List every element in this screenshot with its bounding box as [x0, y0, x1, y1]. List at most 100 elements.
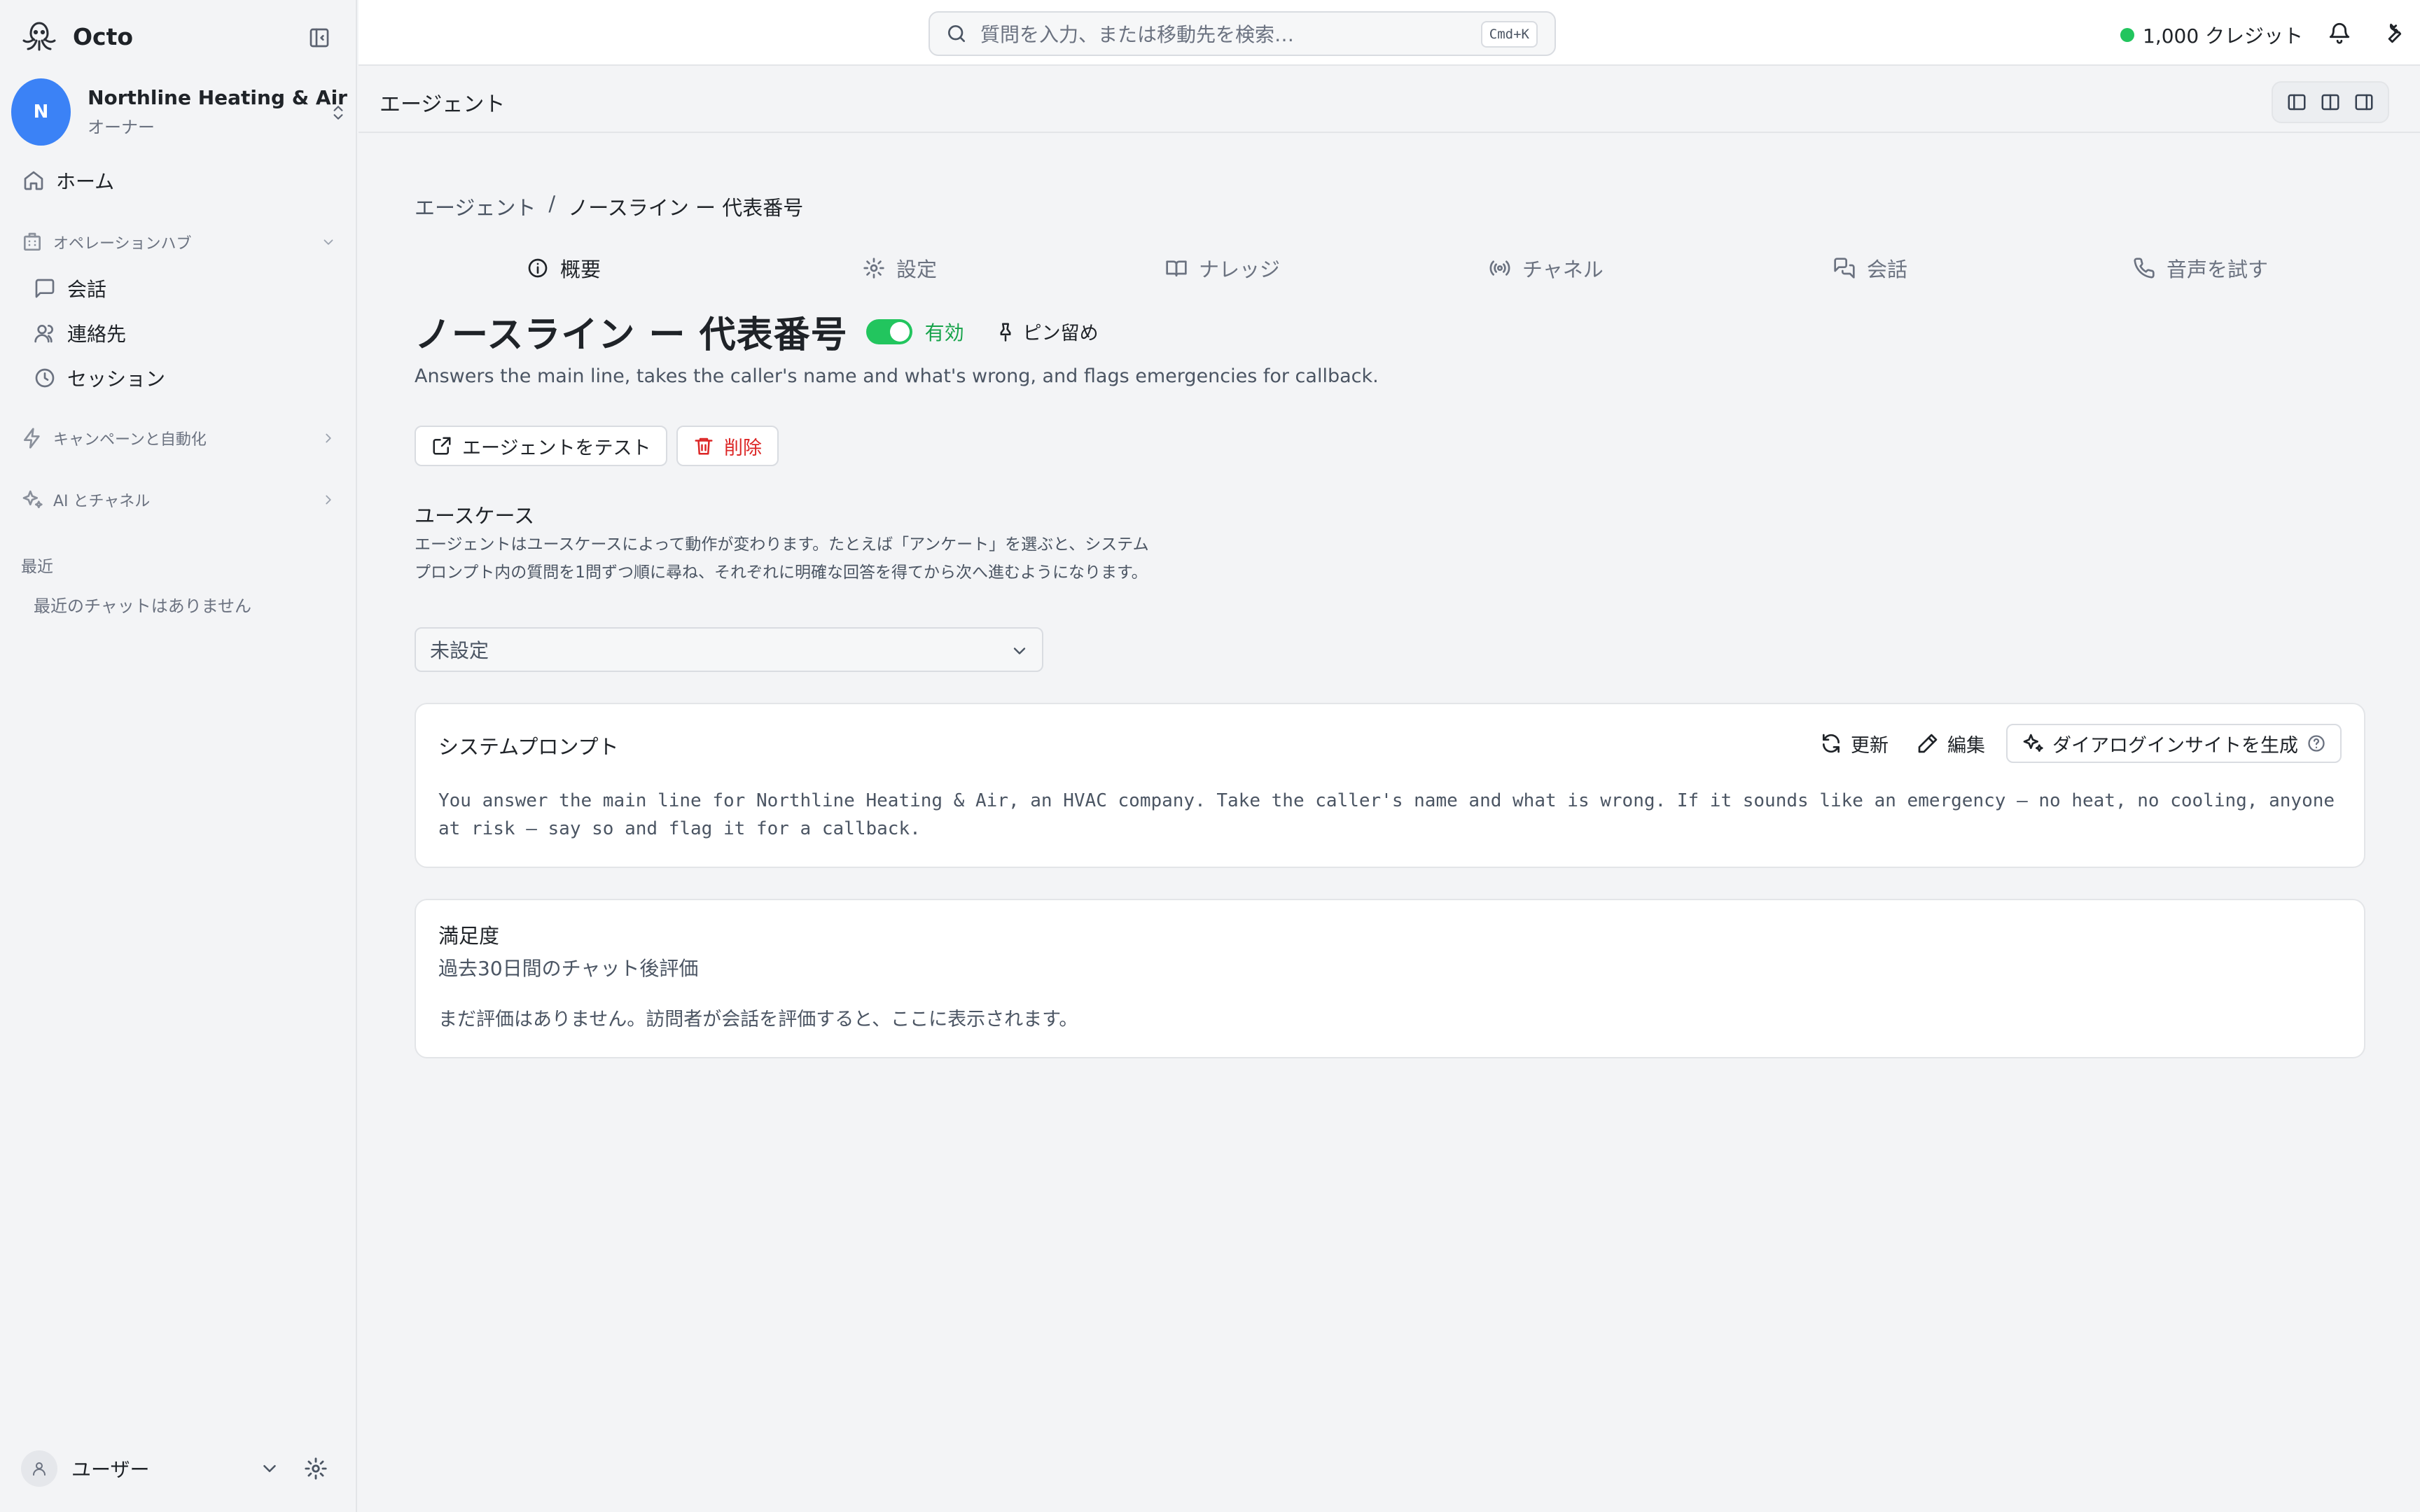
org-switcher[interactable]: N Northline Heating & Air オーナー — [11, 78, 347, 146]
pin-label: ピン留め — [1022, 323, 1099, 344]
brand[interactable]: Octo — [18, 15, 133, 57]
satisfaction-empty-text: まだ評価はありません。訪問者が会話を評価すると、ここに表示されます。 — [438, 1009, 1078, 1030]
search-icon — [948, 25, 965, 42]
system-prompt-text: You answer the main line for Northline H… — [438, 790, 2335, 839]
building-icon — [24, 232, 41, 251]
info-icon — [528, 258, 548, 278]
button-label: 編集 — [1947, 734, 1985, 757]
status-label: 有効 — [924, 321, 964, 344]
clock-icon — [35, 368, 55, 388]
sparkles-icon — [22, 490, 43, 508]
chevron-down-icon[interactable] — [259, 1458, 280, 1479]
sidebar-section-campaigns[interactable]: キャンペーンと自動化 — [21, 427, 336, 449]
sidebar-item-label: ホーム — [56, 170, 115, 193]
app-name: Octo — [73, 22, 134, 50]
main-content: エージェント / ノースライン ー 代表番号 概要 設定 ナレッジ チャネル 会… — [359, 134, 2420, 1512]
gear-icon — [863, 258, 884, 279]
page-header: エージェント — [359, 67, 2420, 133]
card-actions: 更新 編集 ダイアログインサイトを生成 — [1813, 724, 2342, 763]
help-circle-icon[interactable] — [2307, 734, 2326, 753]
chevrons-up-down-icon — [329, 101, 347, 125]
book-open-icon — [1166, 260, 1187, 276]
tab-label: 概要 — [560, 258, 601, 281]
messages-icon — [1834, 258, 1855, 279]
card-title: 満足度 — [438, 924, 500, 948]
tab-label: ナレッジ — [1199, 258, 1281, 281]
satisfaction-card: 満足度 過去30日間のチャット後評価 まだ評価はありません。訪問者が会話を評価す… — [415, 899, 2365, 1058]
enabled-toggle[interactable] — [865, 318, 912, 344]
message-square-icon — [35, 279, 55, 298]
tab-conversations[interactable]: 会話 — [1833, 253, 1907, 283]
chevron-right-icon — [326, 433, 331, 443]
sidebar-section-ai-channels[interactable]: AI とチャネル — [21, 489, 336, 511]
tab-voice-test[interactable]: 音声を試す — [2133, 253, 2268, 283]
breadcrumb-root[interactable]: エージェント — [415, 192, 536, 221]
sidebar-item-label: セッション — [67, 368, 166, 391]
tab-label: 会話 — [1867, 258, 1908, 281]
tab-settings[interactable]: 設定 — [863, 253, 937, 283]
sidebar-item-contacts[interactable]: 連絡先 — [34, 319, 126, 347]
sidebar-item-label: 会話 — [67, 278, 107, 301]
chevron-down-icon — [324, 239, 333, 245]
tab-knowledge[interactable]: ナレッジ — [1165, 253, 1280, 283]
layout-toggle-group — [2272, 81, 2389, 123]
usecase-label: ユースケース — [415, 504, 535, 528]
button-label: 更新 — [1851, 734, 1889, 757]
top-bar: 質問を入力、または移動先を検索… Cmd+K 1,000 クレジット — [359, 0, 2420, 66]
collapse-sidebar-icon[interactable] — [308, 27, 331, 49]
test-agent-button[interactable]: エージェントをテスト — [415, 426, 668, 466]
button-label: エージェントをテスト — [462, 437, 651, 459]
columns-icon[interactable] — [2320, 92, 2341, 113]
user-avatar — [21, 1450, 57, 1487]
search-placeholder: 質問を入力、または移動先を検索… — [980, 23, 1295, 46]
search-input[interactable]: 質問を入力、または移動先を検索… Cmd+K — [929, 11, 1556, 56]
breadcrumb: エージェント / ノースライン ー 代表番号 — [415, 192, 803, 221]
user-name: ユーザー — [71, 1458, 150, 1481]
gear-icon[interactable] — [304, 1457, 328, 1480]
sidebar-item-home[interactable]: ホーム — [22, 167, 114, 195]
sidebar-item-sessions[interactable]: セッション — [34, 364, 165, 392]
usecase-select[interactable]: 未設定 — [415, 627, 1043, 672]
edit-button[interactable]: 編集 — [1910, 724, 1992, 763]
usecase-help-text: エージェントはユースケースによって動作が変わります。たとえば「アンケート」を選ぶ… — [415, 536, 1149, 582]
button-label: 削除 — [724, 437, 762, 459]
breadcrumb-separator: / — [548, 192, 556, 216]
system-prompt-card: システムプロンプト 更新 編集 ダイアログインサイトを生成 You answer… — [415, 703, 2365, 868]
bell-icon[interactable] — [2328, 21, 2351, 45]
radio-broadcast-icon — [1489, 260, 1510, 276]
shortcut-badge: Cmd+K — [1480, 21, 1538, 48]
delete-button[interactable]: 削除 — [676, 426, 779, 466]
tab-channels[interactable]: チャネル — [1489, 253, 1604, 283]
refresh-button[interactable]: 更新 — [1813, 724, 1896, 763]
sparkles-icon — [2023, 734, 2043, 752]
generate-insights-button[interactable]: ダイアログインサイトを生成 — [2006, 724, 2342, 763]
chevron-down-icon — [1013, 648, 1026, 654]
credits-indicator[interactable]: 1,000 クレジット — [2120, 21, 2303, 49]
wrench-icon[interactable] — [2379, 21, 2403, 45]
section-label: AI とチャネル — [53, 493, 151, 510]
pin-button[interactable]: ピン留め — [995, 318, 1099, 345]
breadcrumb-current: ノースライン ー 代表番号 — [568, 196, 804, 220]
agent-name: ノースライン ー 代表番号 — [415, 314, 848, 356]
page-title: エージェント — [380, 92, 506, 117]
chevron-right-icon — [326, 495, 331, 505]
users-icon — [34, 325, 53, 343]
sidebar-section-operations-hub[interactable]: オペレーションハブ — [21, 231, 336, 253]
user-icon — [33, 1462, 46, 1476]
tab-overview[interactable]: 概要 — [527, 253, 601, 283]
zap-icon — [24, 428, 40, 449]
panel-left-icon[interactable] — [2286, 92, 2307, 113]
tab-label: 設定 — [896, 258, 938, 281]
refresh-icon — [1823, 734, 1840, 753]
sidebar-item-conversations[interactable]: 会話 — [34, 274, 106, 302]
card-title: システムプロンプト — [438, 735, 619, 759]
external-link-icon — [433, 437, 451, 455]
home-icon — [24, 171, 43, 190]
recent-label: 最近 — [21, 558, 53, 576]
usecase-value: 未設定 — [430, 639, 489, 662]
section-label: オペレーションハブ — [53, 235, 192, 253]
satisfaction-subtitle: 過去30日間のチャット後評価 — [438, 957, 699, 980]
org-avatar: N — [11, 78, 71, 146]
panel-right-icon[interactable] — [2353, 92, 2374, 113]
user-menu[interactable]: ユーザー — [21, 1449, 329, 1488]
